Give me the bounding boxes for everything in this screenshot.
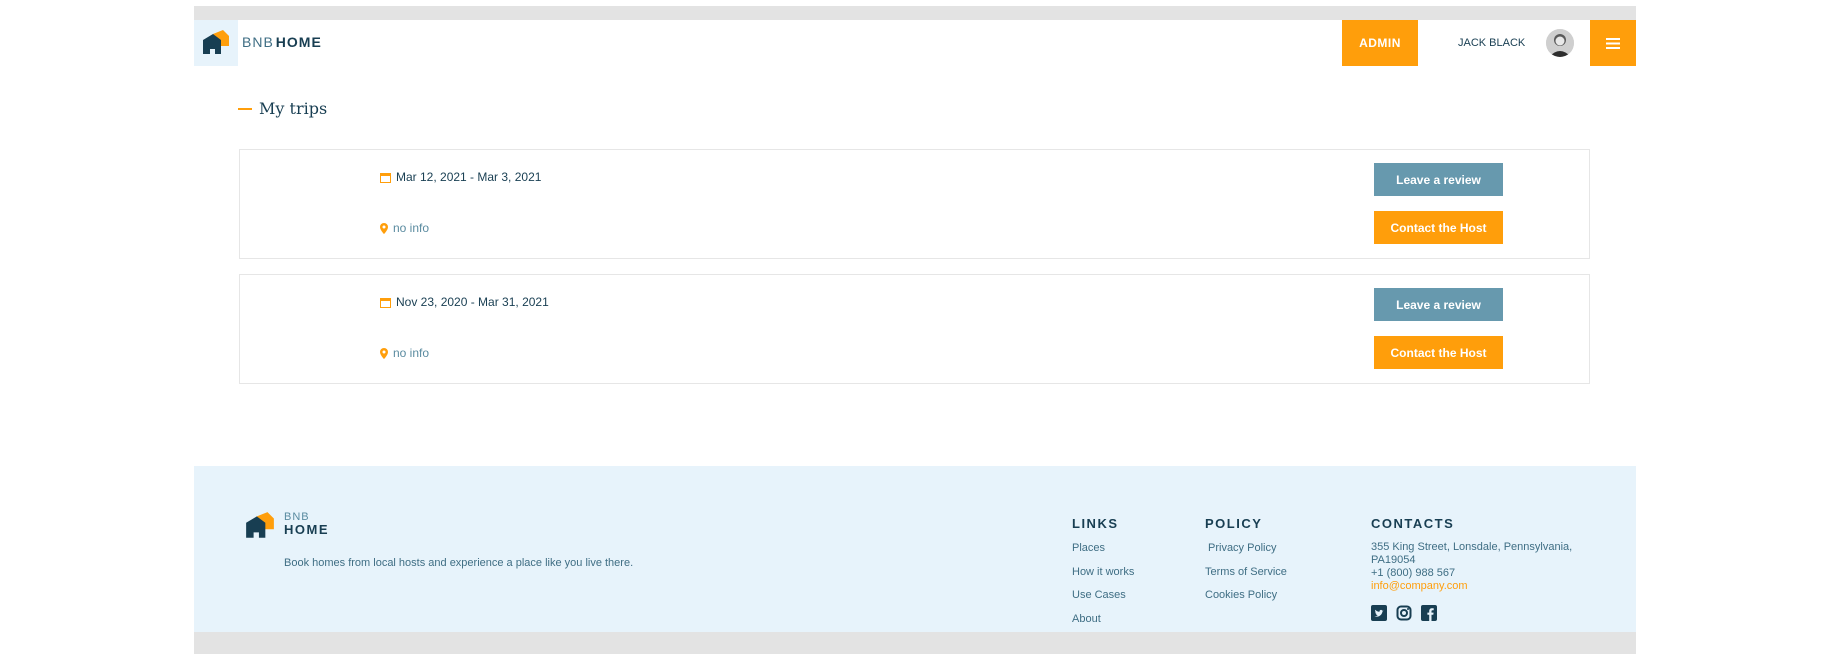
contact-phone: +1 (800) 988 567 [1371, 567, 1456, 579]
footer-link-places[interactable]: Places [1072, 537, 1134, 561]
page-frame: BNB HOME ADMIN JACK BLACK My trips Mar 1… [194, 6, 1636, 654]
location-pin-icon [380, 347, 388, 359]
footer-brand[interactable]: BNB HOME [284, 512, 329, 537]
footer-contacts: CONTACTS 355 King Street, Lonsdale, Penn… [1371, 516, 1572, 621]
contact-host-button[interactable]: Contact the Host [1374, 211, 1503, 244]
trip-location-text: no info [393, 346, 430, 360]
calendar-icon [380, 172, 391, 183]
menu-button[interactable] [1590, 20, 1636, 66]
leave-review-button[interactable]: Leave a review [1374, 288, 1503, 321]
trip-dates-text: Nov 23, 2020 - Mar 31, 2021 [396, 295, 549, 309]
trip-location: no info [380, 221, 429, 235]
brand-light: BNB [242, 34, 274, 50]
header: BNB HOME ADMIN JACK BLACK [194, 20, 1636, 66]
footer-links-title: LINKS [1072, 516, 1119, 531]
house-logo-icon [203, 30, 229, 54]
contact-address-line2: PA19054 [1371, 554, 1416, 566]
footer-logo[interactable] [244, 512, 276, 545]
instagram-icon[interactable] [1396, 605, 1412, 621]
contact-host-button[interactable]: Contact the Host [1374, 336, 1503, 369]
page-title: My trips [238, 99, 327, 118]
brand-bold: HOME [275, 34, 322, 50]
footer-link-how-it-works[interactable]: How it works [1072, 561, 1134, 585]
trip-dates-text: Mar 12, 2021 - Mar 3, 2021 [396, 170, 542, 184]
social-links [1371, 605, 1572, 621]
page-title-text: My trips [259, 99, 328, 118]
trip-location-text: no info [393, 221, 430, 235]
facebook-icon[interactable] [1421, 605, 1437, 621]
trip-dates: Nov 23, 2020 - Mar 31, 2021 [380, 295, 549, 309]
contact-email[interactable]: info@company.com [1371, 580, 1572, 593]
bottom-strip [194, 632, 1636, 654]
contact-address-line1: 355 King Street, Lonsdale, Pennsylvania, [1371, 541, 1573, 553]
leave-review-button[interactable]: Leave a review [1374, 163, 1503, 196]
footer-link-terms[interactable]: Terms of Service [1205, 561, 1287, 585]
footer-link-cookies[interactable]: Cookies Policy [1205, 584, 1287, 608]
trip-dates: Mar 12, 2021 - Mar 3, 2021 [380, 170, 541, 184]
hamburger-menu-icon [1606, 37, 1620, 49]
title-dash [238, 107, 252, 110]
footer-contacts-title: CONTACTS [1371, 516, 1455, 531]
avatar-portrait-icon [1546, 29, 1574, 57]
footer-link-privacy-policy[interactable]: Privacy Policy [1205, 537, 1287, 561]
footer-policy: POLICY Privacy Policy Terms of Service C… [1205, 516, 1287, 608]
footer-tagline: Book homes from local hosts and experien… [284, 557, 634, 569]
footer-brand-bold: HOME [284, 522, 329, 537]
footer-links: LINKS Places How it works Use Cases Abou… [1072, 516, 1134, 631]
trip-location: no info [380, 346, 429, 360]
twitter-icon[interactable] [1371, 605, 1387, 621]
top-strip [194, 6, 1636, 20]
admin-button[interactable]: ADMIN [1342, 20, 1418, 66]
footer-link-use-cases[interactable]: Use Cases [1072, 584, 1134, 608]
footer: BNB HOME Book homes from local hosts and… [194, 466, 1636, 632]
location-pin-icon [380, 222, 388, 234]
logo[interactable] [194, 20, 238, 66]
calendar-icon [380, 297, 391, 308]
avatar[interactable] [1546, 29, 1574, 57]
house-logo-icon [246, 512, 274, 538]
trip-card: Nov 23, 2020 - Mar 31, 2021 no info Leav… [239, 274, 1590, 384]
brand-name[interactable]: BNB HOME [242, 34, 322, 50]
username[interactable]: JACK BLACK [1458, 37, 1525, 49]
trip-card: Mar 12, 2021 - Mar 3, 2021 no info Leave… [239, 149, 1590, 259]
footer-link-about[interactable]: About [1072, 608, 1134, 632]
footer-policy-title: POLICY [1205, 516, 1263, 531]
